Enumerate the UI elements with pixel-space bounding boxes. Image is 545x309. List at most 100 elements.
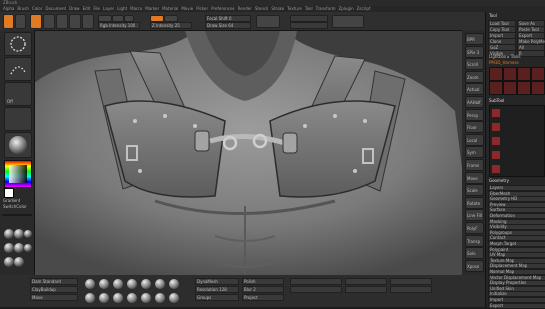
blur-slider[interactable]: Blur 2 [242,286,284,293]
tool-thumbnail-2[interactable] [503,67,517,81]
stroke-picker[interactable] [4,57,32,81]
z-intensity-slider[interactable]: Z Intensity 25 [150,22,192,29]
right-tray-scale[interactable]: Scale [465,184,484,197]
menu-item-zscript[interactable]: Zscript [357,6,371,11]
tool-thumbnail-6[interactable] [503,81,517,95]
bottom-extra-field-5[interactable] [390,278,432,285]
menu-item-color[interactable]: Color [32,6,42,11]
right-tray-floor[interactable]: Floor [465,121,484,134]
right-tray-move[interactable]: Move [465,171,484,184]
subtool-thumb-3[interactable] [492,137,500,145]
right-tray-bpr[interactable]: BPR [465,33,484,45]
menu-item-preferences[interactable]: Preferences [211,6,235,11]
projection-master-button[interactable] [3,14,14,29]
right-tray-sym[interactable]: Sym [465,146,484,159]
menu-item-edit[interactable]: Edit [83,6,91,11]
subtool-thumb-2[interactable] [492,123,500,131]
material-picker[interactable] [4,132,32,158]
menu-item-brush[interactable]: Brush [17,6,29,11]
palette-button-r[interactable]: R [517,50,545,57]
right-tray-actual[interactable]: Actual [465,83,484,96]
menu-item-material[interactable]: Material [162,6,178,11]
dynamesh-button[interactable]: DynaMesh [195,278,239,285]
right-tray-solo[interactable]: Solo [465,247,484,260]
m-toggle[interactable] [124,15,134,22]
zsub-toggle[interactable] [164,15,178,22]
menu-item-draw[interactable]: Draw [69,6,79,11]
right-tray-aahalf[interactable]: AAHalf [465,96,484,108]
menu-item-texture[interactable]: Texture [287,6,302,11]
groups-button[interactable]: Groups [195,294,239,301]
menu-item-alpha[interactable]: Alpha [3,6,14,11]
right-tray-scroll[interactable]: Scroll [465,58,484,71]
right-tray-persp[interactable]: Persp [465,108,484,121]
tool-thumbnail-8[interactable] [531,81,545,95]
rgb-toggle[interactable] [112,15,124,22]
palette-section-export[interactable]: Export [488,302,545,309]
menu-item-stencil[interactable]: Stencil [255,6,269,11]
subtool-thumb-1[interactable] [492,109,500,117]
texture-picker[interactable] [4,107,32,131]
tool-thumbnail-5[interactable] [489,81,503,95]
menu-item-layer[interactable]: Layer [103,6,114,11]
main-color-swatch[interactable] [4,188,14,198]
draw-mode-button[interactable] [43,14,55,29]
bottom-brush-field-3[interactable]: Move [30,294,78,301]
right-tray-local[interactable]: Local [465,133,484,146]
menu-item-render[interactable]: Render [238,6,252,11]
scale-mode-button[interactable] [69,14,81,29]
draw-size-slider[interactable]: Draw Size 64 [205,22,251,29]
subtool-thumb-4[interactable] [492,151,500,159]
geometry-header[interactable]: Geometry [489,178,509,183]
bottom-extra-field-6[interactable] [390,286,432,293]
bottom-extra-field-3[interactable] [345,278,387,285]
right-tray-xpose[interactable]: Xpose [465,259,484,272]
menu-item-light[interactable]: Light [117,6,127,11]
color-picker[interactable] [4,160,32,188]
project-button[interactable]: Project [242,294,284,301]
subtool-list[interactable] [489,105,545,177]
bottom-brush-field[interactable]: Dam Standard [30,278,78,285]
resolution-slider[interactable]: Resolution 128 [195,286,239,293]
rgb-intensity-slider[interactable]: Rgb Intensity 100 [98,22,140,29]
tool-thumbnail-7[interactable] [517,81,531,95]
menu-item-file[interactable]: File [93,6,100,11]
mrgb-toggle[interactable] [98,15,112,22]
right-tray-polyf[interactable]: PolyF [465,222,484,234]
subtool-thumb-5[interactable] [492,165,500,173]
tool-thumbnail-4[interactable] [531,67,545,81]
move-mode-button[interactable] [56,14,68,29]
tool-thumbnail-1[interactable] [489,67,503,81]
alpha-picker[interactable]: Off [4,82,32,106]
right-tray-spix-3[interactable]: SPix 3 [465,45,484,58]
right-tray-transp[interactable]: Transp [465,234,484,247]
right-tray-line-fill[interactable]: Line Fill [465,209,484,222]
bottom-extra-field-2[interactable] [290,286,342,293]
lightbox-button[interactable] [15,14,26,29]
right-tray-frame[interactable]: Frame [465,159,484,171]
menu-item-marker[interactable]: Marker [145,6,159,11]
polish-button[interactable]: Polish [242,278,284,285]
menu-item-stroke[interactable]: Stroke [271,6,284,11]
menu-item-tool[interactable]: Tool [305,6,313,11]
menu-item-picker[interactable]: Picker [196,6,208,11]
zadd-toggle[interactable] [150,15,164,22]
brush-picker[interactable] [4,32,32,56]
menu-item-macro[interactable]: Macro [130,6,142,11]
viewport-canvas[interactable] [34,30,464,277]
bottom-extra-field-1[interactable] [290,278,342,285]
rotate-mode-button[interactable] [82,14,94,29]
menu-item-document[interactable]: Document [45,6,66,11]
right-tray-rotate[interactable]: Rotate [465,196,484,209]
menu-item-transform[interactable]: Transform [316,6,336,11]
subtool-header[interactable]: SubTool [489,98,504,103]
focal-shift-slider[interactable]: Focal Shift 0 [205,15,251,22]
menu-item-zplugin[interactable]: Zplugin [339,6,354,11]
menu-item-movie[interactable]: Movie [181,6,193,11]
bottom-brush-field-2[interactable]: ClayBuildup [30,286,78,293]
edit-mode-button[interactable] [30,14,42,29]
bottom-extra-field-4[interactable] [345,286,387,293]
lazymouse-button[interactable] [332,15,364,28]
right-tray-zoom[interactable]: Zoom [465,70,484,83]
dynamic-button[interactable] [256,15,280,28]
